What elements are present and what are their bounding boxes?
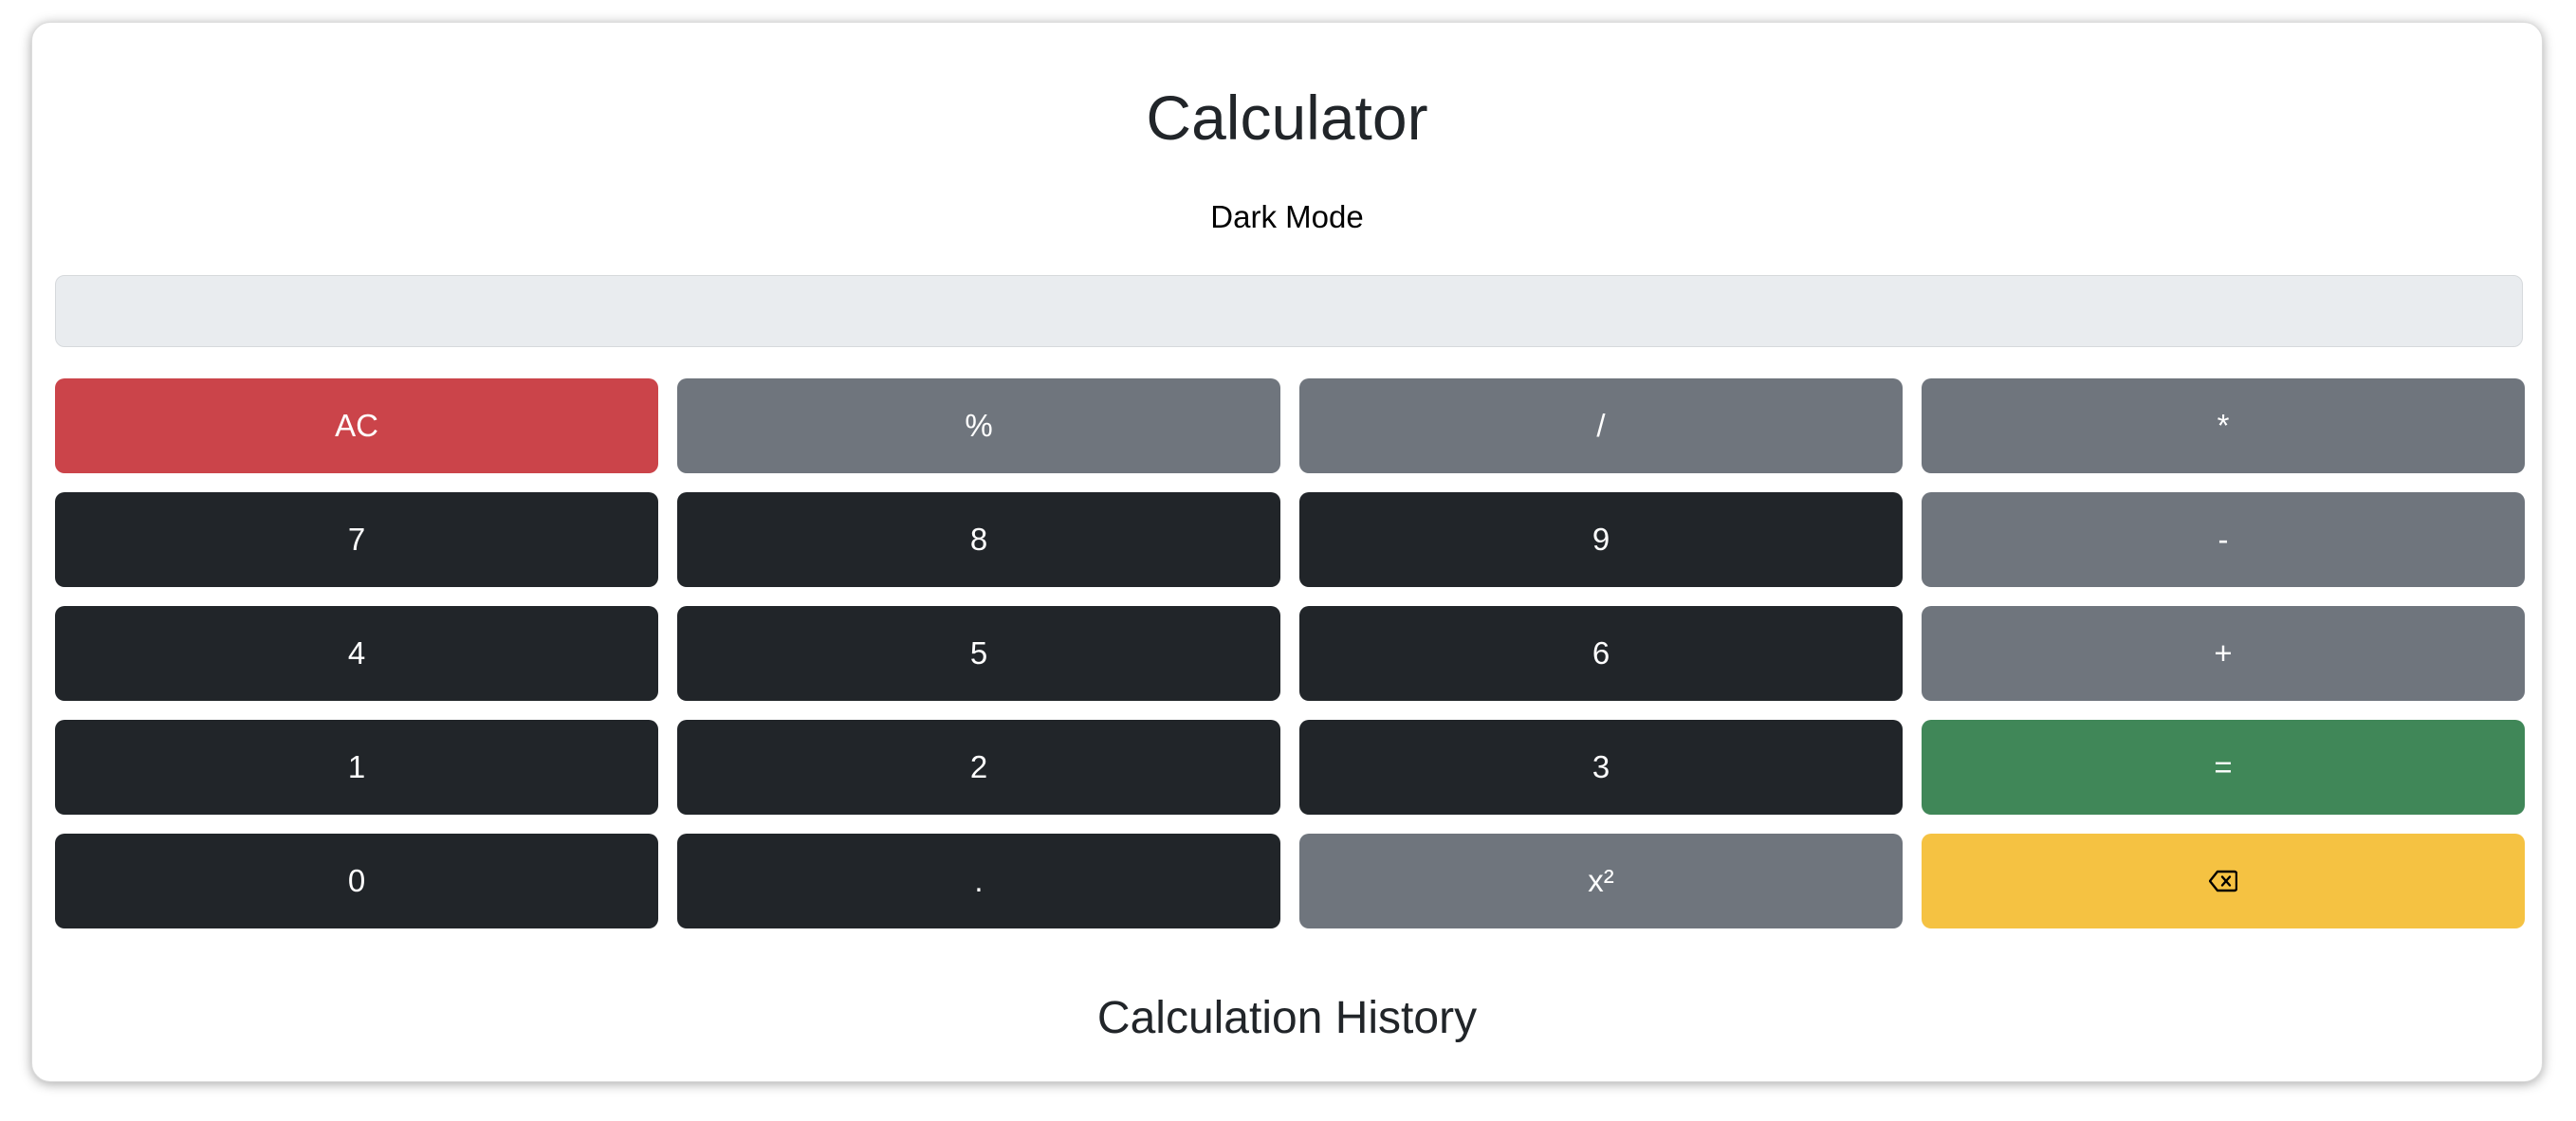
page-title: Calculator bbox=[1146, 83, 1428, 153]
digit-0-button[interactable]: 0 bbox=[55, 834, 658, 928]
digit-9-button[interactable]: 9 bbox=[1299, 492, 1903, 587]
backspace-icon bbox=[2209, 870, 2237, 892]
calculator-card: Calculator Dark Mode AC % / * 7 8 9 - 4 … bbox=[31, 22, 2543, 1082]
multiply-button[interactable]: * bbox=[1922, 378, 2525, 473]
decimal-button[interactable]: . bbox=[677, 834, 1280, 928]
keypad: AC % / * 7 8 9 - 4 5 6 + 1 2 3 = 0 . x² bbox=[55, 378, 2525, 928]
digit-6-button[interactable]: 6 bbox=[1299, 606, 1903, 701]
backspace-button[interactable] bbox=[1922, 834, 2525, 928]
clear-button[interactable]: AC bbox=[55, 378, 658, 473]
digit-5-button[interactable]: 5 bbox=[677, 606, 1280, 701]
digit-8-button[interactable]: 8 bbox=[677, 492, 1280, 587]
add-button[interactable]: + bbox=[1922, 606, 2525, 701]
subtract-button[interactable]: - bbox=[1922, 492, 2525, 587]
digit-3-button[interactable]: 3 bbox=[1299, 720, 1903, 815]
dark-mode-toggle[interactable]: Dark Mode bbox=[32, 195, 2542, 239]
digit-4-button[interactable]: 4 bbox=[55, 606, 658, 701]
divide-button[interactable]: / bbox=[1299, 378, 1903, 473]
digit-2-button[interactable]: 2 bbox=[677, 720, 1280, 815]
square-button[interactable]: x² bbox=[1299, 834, 1903, 928]
equals-button[interactable]: = bbox=[1922, 720, 2525, 815]
digit-1-button[interactable]: 1 bbox=[55, 720, 658, 815]
history-title: Calculation History bbox=[1096, 993, 1478, 1043]
percent-button[interactable]: % bbox=[677, 378, 1280, 473]
digit-7-button[interactable]: 7 bbox=[55, 492, 658, 587]
calculator-display[interactable] bbox=[55, 275, 2523, 347]
